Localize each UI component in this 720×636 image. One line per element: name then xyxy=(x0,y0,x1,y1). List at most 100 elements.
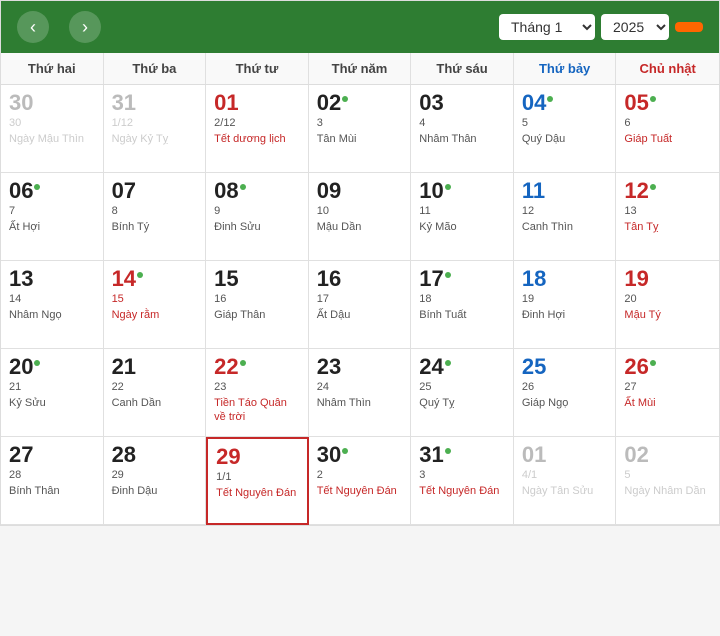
lunar-name: Đinh Dậu xyxy=(112,484,198,498)
lunar-name: Ngày Nhâm Dần xyxy=(624,484,711,498)
event-dot xyxy=(34,360,40,366)
lunar-date: 23 xyxy=(214,381,300,393)
table-row[interactable]: 15 16 Giáp Thân xyxy=(206,261,309,349)
table-row[interactable]: 05 6 Giáp Tuất xyxy=(616,85,719,173)
solar-date: 14 xyxy=(112,267,198,291)
table-row[interactable]: 02 3 Tân Mùi xyxy=(309,85,412,173)
solar-date: 18 xyxy=(522,267,608,291)
day-tuesday: Thứ ba xyxy=(104,53,207,84)
lunar-name: Tân Tỵ xyxy=(624,220,711,234)
table-row[interactable]: 14 15 Ngày rằm xyxy=(104,261,207,349)
solar-date: 22 xyxy=(214,355,300,379)
lunar-name: Tết dương lịch xyxy=(214,132,300,146)
lunar-date: 24 xyxy=(317,381,403,393)
solar-date: 01 xyxy=(522,443,608,467)
table-row[interactable]: 17 18 Bính Tuất xyxy=(411,261,514,349)
table-row[interactable]: 06 7 Ất Hợi xyxy=(1,173,104,261)
table-row[interactable]: 23 24 Nhâm Thìn xyxy=(309,349,412,437)
lunar-date: 27 xyxy=(624,381,711,393)
solar-date: 17 xyxy=(419,267,505,291)
table-row[interactable]: 31 3 Tết Nguyên Đán xyxy=(411,437,514,525)
table-row[interactable]: 21 22 Canh Dần xyxy=(104,349,207,437)
lunar-date: 26 xyxy=(522,381,608,393)
lunar-name: Mậu Dần xyxy=(317,220,403,234)
event-dot xyxy=(342,96,348,102)
view-button[interactable] xyxy=(675,22,703,32)
lunar-date: 30 xyxy=(9,117,95,129)
table-row[interactable]: 01 4/1 Ngày Tân Sửu xyxy=(514,437,617,525)
table-row[interactable]: 16 17 Ất Dậu xyxy=(309,261,412,349)
day-sunday: Chủ nhật xyxy=(616,53,719,84)
next-month-button[interactable]: › xyxy=(69,11,101,43)
table-row[interactable]: 08 9 Đinh Sửu xyxy=(206,173,309,261)
solar-date: 19 xyxy=(624,267,711,291)
solar-date: 15 xyxy=(214,267,300,291)
prev-month-button[interactable]: ‹ xyxy=(17,11,49,43)
lunar-date: 28 xyxy=(9,469,95,481)
table-row[interactable]: 24 25 Quý Tỵ xyxy=(411,349,514,437)
table-row[interactable]: 04 5 Quý Dậu xyxy=(514,85,617,173)
solar-date: 21 xyxy=(112,355,198,379)
calendar-container: ‹ › Tháng 1 Tháng 2 Tháng 3 Tháng 4 Thán… xyxy=(0,0,720,526)
solar-date: 02 xyxy=(624,443,711,467)
table-row[interactable]: 09 10 Mậu Dần xyxy=(309,173,412,261)
lunar-date: 2/12 xyxy=(214,117,300,129)
table-row[interactable]: 27 28 Bính Thân xyxy=(1,437,104,525)
lunar-date: 16 xyxy=(214,293,300,305)
table-row[interactable]: 02 5 Ngày Nhâm Dần xyxy=(616,437,719,525)
lunar-name: Giáp Thân xyxy=(214,308,300,322)
lunar-date: 1/1 xyxy=(216,471,299,483)
table-row[interactable]: 30 2 Tết Nguyên Đán xyxy=(309,437,412,525)
table-row[interactable]: 10 11 Kỷ Mão xyxy=(411,173,514,261)
lunar-date: 5 xyxy=(624,469,711,481)
lunar-name: Tết Nguyên Đán xyxy=(216,486,299,500)
solar-date: 20 xyxy=(9,355,95,379)
lunar-name: Đinh Hợi xyxy=(522,308,608,322)
table-row[interactable]: 18 19 Đinh Hợi xyxy=(514,261,617,349)
table-row[interactable]: 01 2/12 Tết dương lịch xyxy=(206,85,309,173)
table-row[interactable]: 07 8 Bính Tý xyxy=(104,173,207,261)
year-select[interactable]: 2023 2024 2025 2026 xyxy=(601,14,669,40)
event-dot xyxy=(34,184,40,190)
lunar-name: Bính Tý xyxy=(112,220,198,234)
table-row[interactable]: 20 21 Kỷ Sửu xyxy=(1,349,104,437)
table-row[interactable]: 25 26 Giáp Ngọ xyxy=(514,349,617,437)
header-left: ‹ › xyxy=(17,11,101,43)
solar-date: 11 xyxy=(522,179,608,203)
table-row[interactable]: 19 20 Mậu Tý xyxy=(616,261,719,349)
solar-date: 23 xyxy=(317,355,403,379)
month-select[interactable]: Tháng 1 Tháng 2 Tháng 3 Tháng 4 Tháng 5 … xyxy=(499,14,595,40)
lunar-date: 4/1 xyxy=(522,469,608,481)
table-row[interactable]: 29 1/1 Tết Nguyên Đán xyxy=(206,437,309,525)
day-names-row: Thứ hai Thứ ba Thứ tư Thứ năm Thứ sáu Th… xyxy=(1,53,719,85)
lunar-date: 11 xyxy=(419,205,505,217)
lunar-name: Nhâm Thân xyxy=(419,132,505,146)
lunar-date: 3 xyxy=(419,469,505,481)
solar-date: 29 xyxy=(216,445,299,469)
solar-date: 30 xyxy=(9,91,95,115)
event-dot xyxy=(137,272,143,278)
table-row[interactable]: 22 23 Tiền Táo Quân về trời xyxy=(206,349,309,437)
table-row[interactable]: 03 4 Nhâm Thân xyxy=(411,85,514,173)
table-row[interactable]: 13 14 Nhâm Ngọ xyxy=(1,261,104,349)
table-row[interactable]: 12 13 Tân Tỵ xyxy=(616,173,719,261)
solar-date: 10 xyxy=(419,179,505,203)
event-dot xyxy=(650,96,656,102)
lunar-date: 12 xyxy=(522,205,608,217)
solar-date: 01 xyxy=(214,91,300,115)
table-row[interactable]: 11 12 Canh Thìn xyxy=(514,173,617,261)
lunar-name: Nhâm Thìn xyxy=(317,396,403,410)
lunar-name: Bính Thân xyxy=(9,484,95,498)
lunar-date: 10 xyxy=(317,205,403,217)
day-monday: Thứ hai xyxy=(1,53,104,84)
lunar-date: 4 xyxy=(419,117,505,129)
table-row[interactable]: 31 1/12 Ngày Kỷ Tỵ xyxy=(104,85,207,173)
event-dot xyxy=(342,448,348,454)
table-row[interactable]: 28 29 Đinh Dậu xyxy=(104,437,207,525)
table-row[interactable]: 26 27 Ất Mùi xyxy=(616,349,719,437)
lunar-name: Tiền Táo Quân về trời xyxy=(214,396,300,425)
lunar-date: 7 xyxy=(9,205,95,217)
lunar-name: Nhâm Ngọ xyxy=(9,308,95,322)
lunar-date: 9 xyxy=(214,205,300,217)
table-row[interactable]: 30 30 Ngày Mậu Thìn xyxy=(1,85,104,173)
